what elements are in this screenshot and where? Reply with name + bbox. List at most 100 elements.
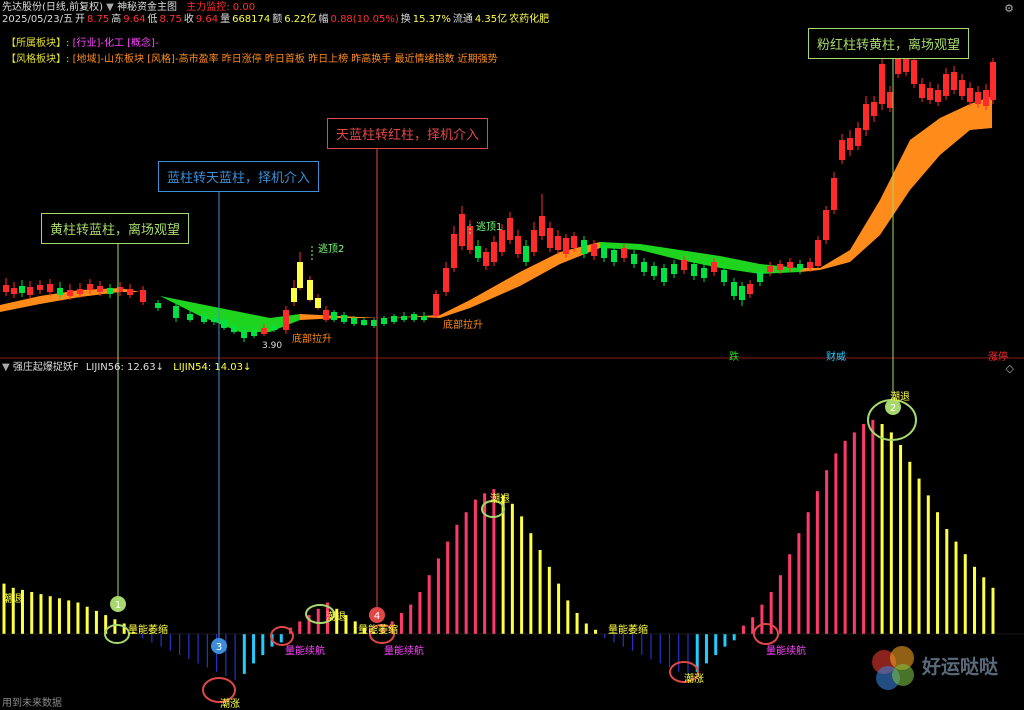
low-price-label: 3.90: [262, 341, 283, 351]
indicator-bar: [668, 634, 671, 668]
candle-body: [173, 306, 179, 318]
indicator-bar: [769, 592, 773, 634]
indicator-bar: [67, 600, 71, 634]
candle-body: [499, 230, 505, 252]
candle-body: [351, 318, 357, 324]
indicator-bar: [48, 596, 52, 634]
candle-body: [831, 178, 837, 210]
indicator-bar: [520, 516, 524, 634]
ribbon-segment: [910, 118, 940, 190]
sub-title[interactable]: 强庄起爆捉妖F: [13, 362, 79, 373]
candle-body: [691, 264, 697, 276]
indicator-bar: [594, 629, 598, 634]
indicator-bar: [446, 541, 450, 634]
candle-body: [231, 326, 237, 332]
sub-settings-icon[interactable]: ◇: [1006, 362, 1014, 375]
candle-body: [515, 236, 521, 254]
indicator-bar: [732, 634, 736, 641]
callout-yellow-to-blue: 黄柱转蓝柱，离场观望: [41, 213, 190, 244]
candle-body: [539, 216, 545, 236]
indicator-bar: [926, 495, 930, 634]
fin-wei-tag: 财威: [826, 352, 846, 363]
candle-body: [37, 285, 43, 290]
candle-body: [283, 310, 289, 330]
candle-body: [77, 289, 83, 294]
candle-body: [951, 72, 957, 90]
indicator-bar: [954, 541, 958, 634]
candle-body: [201, 316, 207, 322]
candle-body: [823, 210, 829, 240]
candle-body: [391, 316, 397, 322]
indicator-bar: [908, 461, 912, 634]
candle-body: [681, 260, 687, 270]
callout-skyblue-to-red: 天蓝柱转红柱，择机介入: [327, 118, 489, 149]
ribbon-segment: [940, 104, 970, 155]
indicator-bar: [982, 577, 986, 634]
indicator-bar: [917, 478, 921, 634]
indicator-bar: [704, 634, 708, 664]
bottom-lift-label-2: 底部拉升: [443, 320, 483, 331]
candle-body: [839, 140, 845, 160]
indicator-bar: [234, 634, 236, 681]
indicator-bar: [206, 634, 208, 668]
indicator-bar: [225, 634, 227, 676]
candle-body: [631, 254, 637, 264]
candle-body: [747, 284, 753, 294]
candle-body: [3, 285, 9, 292]
indicator-bar: [815, 491, 819, 634]
candle-body: [371, 320, 377, 326]
candle-body: [451, 234, 457, 268]
candle-body: [361, 320, 367, 325]
candle-body: [87, 284, 93, 290]
indicator-bar: [538, 550, 542, 634]
indicator-bar: [678, 634, 680, 672]
candle-body: [935, 90, 941, 102]
rising-label-2: 潮涨: [684, 674, 704, 685]
candle-body: [975, 92, 981, 104]
indicator-bar: [242, 634, 246, 674]
ribbon-segment: [640, 244, 680, 260]
indicator-bar: [714, 634, 718, 655]
shrink-label-2: 量能萎缩: [358, 625, 398, 636]
indicator-bar: [353, 621, 357, 634]
ribbon-segment: [820, 250, 850, 270]
candle-body: [491, 242, 497, 262]
candle-body: [19, 286, 25, 293]
indicator-bar: [862, 424, 866, 634]
indicator-bar: [788, 554, 792, 634]
indicator-bar: [641, 634, 643, 655]
candle-body: [483, 252, 489, 266]
candle-body: [341, 315, 347, 322]
candle-body: [711, 262, 717, 272]
candle-body: [140, 290, 146, 302]
callout-blue-to-skyblue: 蓝柱转天蓝柱，择机介入: [158, 161, 320, 192]
candle-body: [651, 266, 657, 276]
indicator-bar: [169, 634, 171, 651]
indicator-bar: [659, 634, 661, 664]
candle-body: [421, 316, 427, 320]
sub-dropdown-icon[interactable]: ▼: [2, 362, 10, 373]
lijin54-value: LIJIN54: 14.03↓: [173, 362, 252, 373]
ribbon-segment: [160, 296, 200, 316]
candle-body: [331, 312, 337, 320]
indicator-bar: [85, 606, 89, 634]
candle-body: [911, 60, 917, 84]
candle-body: [443, 268, 449, 292]
candle-body: [433, 294, 439, 316]
indicator-bar: [197, 634, 199, 664]
candle-body: [919, 84, 925, 98]
candle-body: [661, 268, 667, 282]
indicator-bar: [188, 634, 190, 660]
candle-body: [571, 236, 577, 248]
callout-pink-to-yellow: 粉红柱转黄柱，离场观望: [808, 28, 970, 59]
continue-label-1: 量能续航: [285, 646, 325, 657]
watermark-text: 好运哒哒: [922, 656, 999, 678]
indicator-bar: [261, 634, 265, 655]
limit-up-tag: 涨停: [988, 352, 1008, 363]
marker-3-label: 3: [216, 642, 222, 653]
candle-body: [983, 90, 989, 106]
candle-body: [601, 246, 607, 258]
candle-body: [67, 290, 73, 296]
sub-indicator-header: ▼ 强庄起爆捉妖F LIJIN56: 12.63↓ LIJIN54: 14.03…: [2, 362, 251, 374]
candle-body: [315, 298, 321, 308]
